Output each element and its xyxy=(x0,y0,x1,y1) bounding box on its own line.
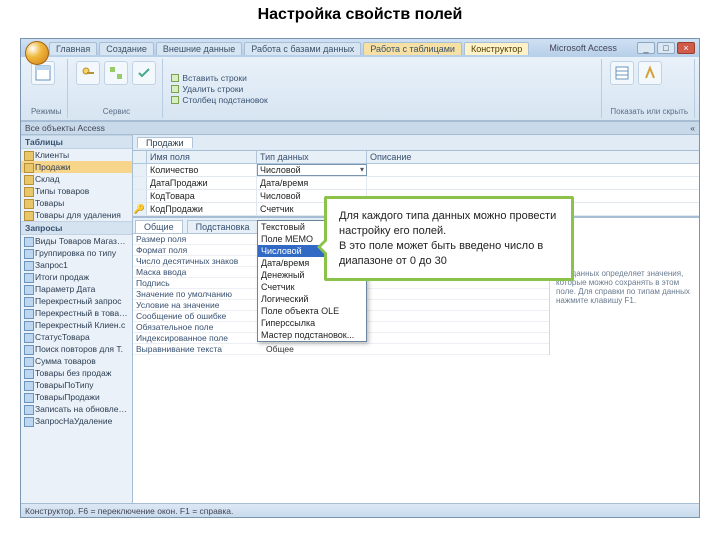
field-row[interactable]: ДатаПродажиДата/время xyxy=(133,177,699,190)
tab-general[interactable]: Общие xyxy=(135,220,183,233)
callout-tooltip: Для каждого типа данных можно провести н… xyxy=(324,196,574,281)
nav-pane-header[interactable]: Все объекты Access« xyxy=(21,121,699,135)
nav-query-item[interactable]: СтатусТовара xyxy=(21,331,132,343)
tab-home[interactable]: Главная xyxy=(49,42,97,55)
nav-table-item[interactable]: Товары для удаления xyxy=(21,209,132,221)
nav-query-item[interactable]: Поиск повторов для Т. xyxy=(21,343,132,355)
insert-icon xyxy=(171,74,179,82)
group-label-tools: Сервис xyxy=(76,107,156,116)
delete-rows-button[interactable]: Удалить строки xyxy=(171,84,595,94)
data-type-option[interactable]: Мастер подстановок... xyxy=(258,329,366,341)
col-data-type: Тип данных xyxy=(257,151,367,163)
tab-design[interactable]: Конструктор xyxy=(464,42,529,55)
nav-query-item[interactable]: Параметр Дата xyxy=(21,283,132,295)
nav-section-queries[interactable]: Запросы xyxy=(21,221,132,235)
nav-section-tables[interactable]: Таблицы xyxy=(21,135,132,149)
tab-lookup[interactable]: Подстановка xyxy=(187,220,259,233)
ribbon-group-rows: Вставить строки Удалить строки Столбец п… xyxy=(165,59,602,118)
property-row[interactable]: Выравнивание текстаОбщее xyxy=(133,344,549,355)
nav-query-item[interactable]: Запрос1 xyxy=(21,259,132,271)
tab-create[interactable]: Создание xyxy=(99,42,154,55)
field-row[interactable]: КоличествоЧисловой xyxy=(133,164,699,177)
nav-query-item[interactable]: Товары без продаж xyxy=(21,367,132,379)
nav-query-item[interactable]: Перекрестный в товары xyxy=(21,307,132,319)
data-type-option[interactable]: Логический xyxy=(258,293,366,305)
close-button[interactable]: × xyxy=(677,42,695,54)
workarea: ТаблицыКлиентыПродажиСкладТипы товаровТо… xyxy=(21,135,699,503)
lookup-icon xyxy=(171,96,179,104)
maximize-button[interactable]: □ xyxy=(657,42,675,54)
data-type-option[interactable]: Гиперссылка xyxy=(258,317,366,329)
app-name: Microsoft Access xyxy=(529,43,637,53)
nav-query-item[interactable]: ТоварыПродажи xyxy=(21,391,132,403)
design-grid-header: Имя поля Тип данных Описание xyxy=(133,151,699,164)
document-area: Продажи Имя поля Тип данных Описание Кол… xyxy=(133,135,699,503)
ribbon-group-view: Режимы xyxy=(25,59,68,118)
navigation-pane: ТаблицыКлиентыПродажиСкладТипы товаровТо… xyxy=(21,135,133,503)
ribbon: Режимы Сервис Вставить строки Удалить ст… xyxy=(21,57,699,121)
doc-tabs: Продажи xyxy=(133,135,699,151)
nav-query-item[interactable]: Итоги продаж xyxy=(21,271,132,283)
status-bar: Конструктор. F6 = переключение окон. F1 … xyxy=(21,503,699,517)
doc-tab-active[interactable]: Продажи xyxy=(137,137,193,148)
nav-table-item[interactable]: Товары xyxy=(21,197,132,209)
insert-rows-button[interactable]: Вставить строки xyxy=(171,73,595,83)
col-field-name: Имя поля xyxy=(147,151,257,163)
data-type-option[interactable]: Поле объекта OLE xyxy=(258,305,366,317)
lookup-column-button[interactable]: Столбец подстановок xyxy=(171,95,595,105)
nav-query-item[interactable]: Виды Товаров Магазина xyxy=(21,235,132,247)
group-label-view: Режимы xyxy=(31,107,61,116)
titlebar: Главная Создание Внешние данные Работа с… xyxy=(21,39,699,57)
col-description: Описание xyxy=(367,151,699,163)
nav-table-item[interactable]: Типы товаров xyxy=(21,185,132,197)
nav-query-item[interactable]: Перекрестный запрос xyxy=(21,295,132,307)
tab-dbtools[interactable]: Работа с базами данных xyxy=(244,42,361,55)
ribbon-group-showhide: Показать или скрыть xyxy=(604,59,695,118)
nav-table-item[interactable]: Клиенты xyxy=(21,149,132,161)
property-sheet-button[interactable] xyxy=(610,61,634,85)
primary-key-button[interactable] xyxy=(76,61,100,85)
data-type-option[interactable]: Счетчик xyxy=(258,281,366,293)
delete-icon xyxy=(171,85,179,93)
test-rules-button[interactable] xyxy=(132,61,156,85)
ribbon-tabs: Главная Создание Внешние данные Работа с… xyxy=(21,42,529,55)
minimize-button[interactable]: _ xyxy=(637,42,655,54)
nav-query-item[interactable]: Сумма товаров xyxy=(21,355,132,367)
nav-query-item[interactable]: Перекрестный Клиен.с xyxy=(21,319,132,331)
ribbon-group-tools: Сервис xyxy=(70,59,163,118)
office-orb[interactable] xyxy=(25,41,49,65)
tab-external[interactable]: Внешние данные xyxy=(156,42,242,55)
group-label-showhide: Показать или скрыть xyxy=(610,107,688,116)
nav-query-item[interactable]: Записать на обновление xyxy=(21,403,132,415)
nav-query-item[interactable]: ТоварыПоТипу xyxy=(21,379,132,391)
nav-query-item[interactable]: ЗапросНаУдаление xyxy=(21,415,132,427)
nav-table-item[interactable]: Продажи xyxy=(21,161,132,173)
context-tab-group: Работа с таблицами xyxy=(363,42,462,55)
nav-query-item[interactable]: Группировка по типу xyxy=(21,247,132,259)
nav-table-item[interactable]: Склад xyxy=(21,173,132,185)
builder-button[interactable] xyxy=(104,61,128,85)
indexes-button[interactable] xyxy=(638,61,662,85)
page-title: Настройка свойств полей xyxy=(0,0,720,28)
